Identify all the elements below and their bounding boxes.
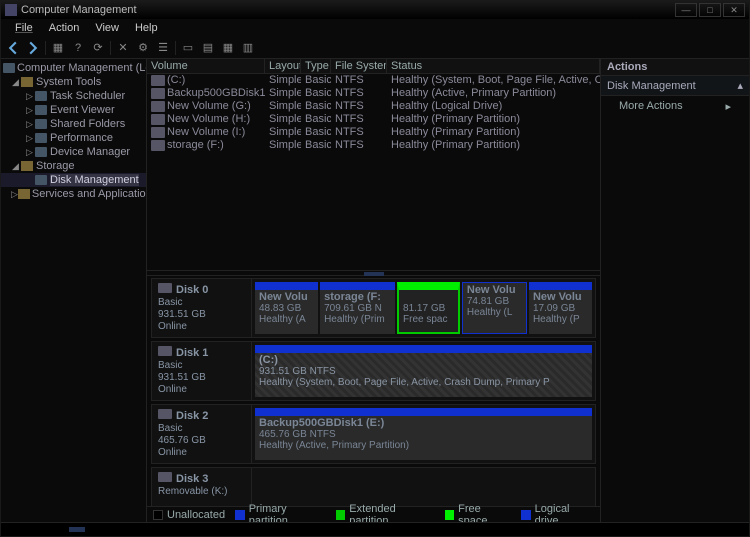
chevron-right-icon: ▸ <box>725 100 731 113</box>
partition[interactable]: (C:)931.51 GB NTFSHealthy (System, Boot,… <box>255 345 592 397</box>
col-type[interactable]: Type <box>301 59 331 73</box>
menu-help[interactable]: Help <box>127 22 166 34</box>
partition[interactable]: 81.17 GBFree spac <box>397 282 460 334</box>
view2-icon[interactable]: ▤ <box>200 40 216 56</box>
disk-icon <box>158 283 172 293</box>
app-icon <box>5 4 17 16</box>
disk-row[interactable]: Disk 0Basic931.51 GBOnlineNew Volu48.83 … <box>151 278 596 338</box>
tree-item[interactable]: ▷Device Manager <box>1 145 146 159</box>
disk-partitions: (C:)931.51 GB NTFSHealthy (System, Boot,… <box>252 342 595 400</box>
list-icon[interactable]: ☰ <box>155 40 171 56</box>
disk-partitions: New Volu48.83 GBHealthy (Astorage (F:709… <box>252 279 595 337</box>
disk-info: Disk 1Basic931.51 GBOnline <box>152 342 252 400</box>
disk-icon <box>158 409 172 419</box>
actions-pane: Actions Disk Management ▴ More Actions ▸ <box>601 59 749 522</box>
partition[interactable]: storage (F:709.61 GB NHealthy (Prim <box>320 282 395 334</box>
actions-more[interactable]: More Actions ▸ <box>601 96 749 117</box>
menu-view[interactable]: View <box>87 22 127 34</box>
status-bar <box>1 522 749 536</box>
view3-icon[interactable]: ▦ <box>220 40 236 56</box>
tree-services-apps[interactable]: ▷Services and Applications <box>1 187 146 201</box>
disk-row[interactable]: Disk 1Basic931.51 GBOnline(C:)931.51 GB … <box>151 341 596 401</box>
partition[interactable]: New Volu74.81 GBHealthy (L <box>462 282 527 334</box>
partition[interactable]: Backup500GBDisk1 (E:)465.76 GB NTFSHealt… <box>255 408 592 460</box>
disk-row[interactable]: Disk 2Basic465.76 GBOnlineBackup500GBDis… <box>151 404 596 464</box>
volume-icon <box>151 88 165 99</box>
view4-icon[interactable]: ▥ <box>240 40 256 56</box>
disk-info: Disk 3Removable (K:)No Media <box>152 468 252 506</box>
volume-row[interactable]: Backup500GBDisk1 (E:)SimpleBasicNTFSHeal… <box>147 87 600 100</box>
disk-partitions <box>252 468 595 506</box>
tree-disk-management[interactable]: Disk Management <box>1 173 146 187</box>
view1-icon[interactable]: ▭ <box>180 40 196 56</box>
disk-icon <box>158 346 172 356</box>
legend: Unallocated Primary partition Extended p… <box>147 506 600 522</box>
back-icon[interactable] <box>5 40 21 56</box>
menu-bar: File Action View Help <box>1 19 749 37</box>
tree-item[interactable]: ▷Task Scheduler <box>1 89 146 103</box>
actions-section[interactable]: Disk Management ▴ <box>601 76 749 96</box>
menu-file[interactable]: File <box>7 22 41 34</box>
tree-system-tools[interactable]: ◢System Tools <box>1 75 146 89</box>
chevron-up-icon: ▴ <box>737 79 743 92</box>
close-button[interactable]: ✕ <box>723 3 745 17</box>
minimize-button[interactable]: — <box>675 3 697 17</box>
volume-header-row: Volume Layout Type File System Status <box>147 59 600 74</box>
actions-header: Actions <box>601 59 749 76</box>
volume-icon <box>151 101 165 112</box>
refresh-icon[interactable]: ⟳ <box>90 40 106 56</box>
volume-icon <box>151 127 165 138</box>
volume-row[interactable]: (C:)SimpleBasicNTFSHealthy (System, Boot… <box>147 74 600 87</box>
volume-icon <box>151 114 165 125</box>
tree-item[interactable]: ▷Performance <box>1 131 146 145</box>
navigation-tree[interactable]: Computer Management (Local) ◢System Tool… <box>1 59 147 522</box>
tree-item[interactable]: ▷Shared Folders <box>1 117 146 131</box>
partition[interactable]: New Volu17.09 GBHealthy (P <box>529 282 592 334</box>
window-title: Computer Management <box>21 4 137 16</box>
volume-icon <box>151 75 165 86</box>
properties-icon[interactable]: ▦ <box>50 40 66 56</box>
disk-icon <box>158 472 172 482</box>
settings-icon[interactable]: ⚙ <box>135 40 151 56</box>
partition[interactable]: New Volu48.83 GBHealthy (A <box>255 282 318 334</box>
graphical-disk-view[interactable]: Disk 0Basic931.51 GBOnlineNew Volu48.83 … <box>147 276 600 506</box>
computer-management-window: Computer Management — □ ✕ File Action Vi… <box>0 0 750 537</box>
disk-info: Disk 0Basic931.51 GBOnline <box>152 279 252 337</box>
tree-item[interactable]: ▷Event Viewer <box>1 103 146 117</box>
delete-icon[interactable]: ✕ <box>115 40 131 56</box>
col-status[interactable]: Status <box>387 59 600 73</box>
disk-row[interactable]: Disk 3Removable (K:)No Media <box>151 467 596 506</box>
title-bar[interactable]: Computer Management — □ ✕ <box>1 1 749 19</box>
maximize-button[interactable]: □ <box>699 3 721 17</box>
col-layout[interactable]: Layout <box>265 59 301 73</box>
volume-list[interactable]: (C:)SimpleBasicNTFSHealthy (System, Boot… <box>147 74 600 270</box>
help-icon[interactable]: ? <box>70 40 86 56</box>
menu-action[interactable]: Action <box>41 22 88 34</box>
volume-icon <box>151 140 165 151</box>
disk-info: Disk 2Basic465.76 GBOnline <box>152 405 252 463</box>
volume-row[interactable]: New Volume (G:)SimpleBasicNTFSHealthy (L… <box>147 100 600 113</box>
legend-unallocated: Unallocated <box>153 509 225 521</box>
toolbar: ▦ ? ⟳ ✕ ⚙ ☰ ▭ ▤ ▦ ▥ <box>1 37 749 59</box>
disk-partitions: Backup500GBDisk1 (E:)465.76 GB NTFSHealt… <box>252 405 595 463</box>
volume-row[interactable]: storage (F:)SimpleBasicNTFSHealthy (Prim… <box>147 139 600 152</box>
volume-row[interactable]: New Volume (I:)SimpleBasicNTFSHealthy (P… <box>147 126 600 139</box>
col-volume[interactable]: Volume <box>147 59 265 73</box>
main-pane: Volume Layout Type File System Status (C… <box>147 59 601 522</box>
tree-storage[interactable]: ◢Storage <box>1 159 146 173</box>
forward-icon[interactable] <box>25 40 41 56</box>
horizontal-splitter[interactable] <box>147 270 600 276</box>
col-fs[interactable]: File System <box>331 59 387 73</box>
volume-row[interactable]: New Volume (H:)SimpleBasicNTFSHealthy (P… <box>147 113 600 126</box>
tree-root[interactable]: Computer Management (Local) <box>1 61 146 75</box>
